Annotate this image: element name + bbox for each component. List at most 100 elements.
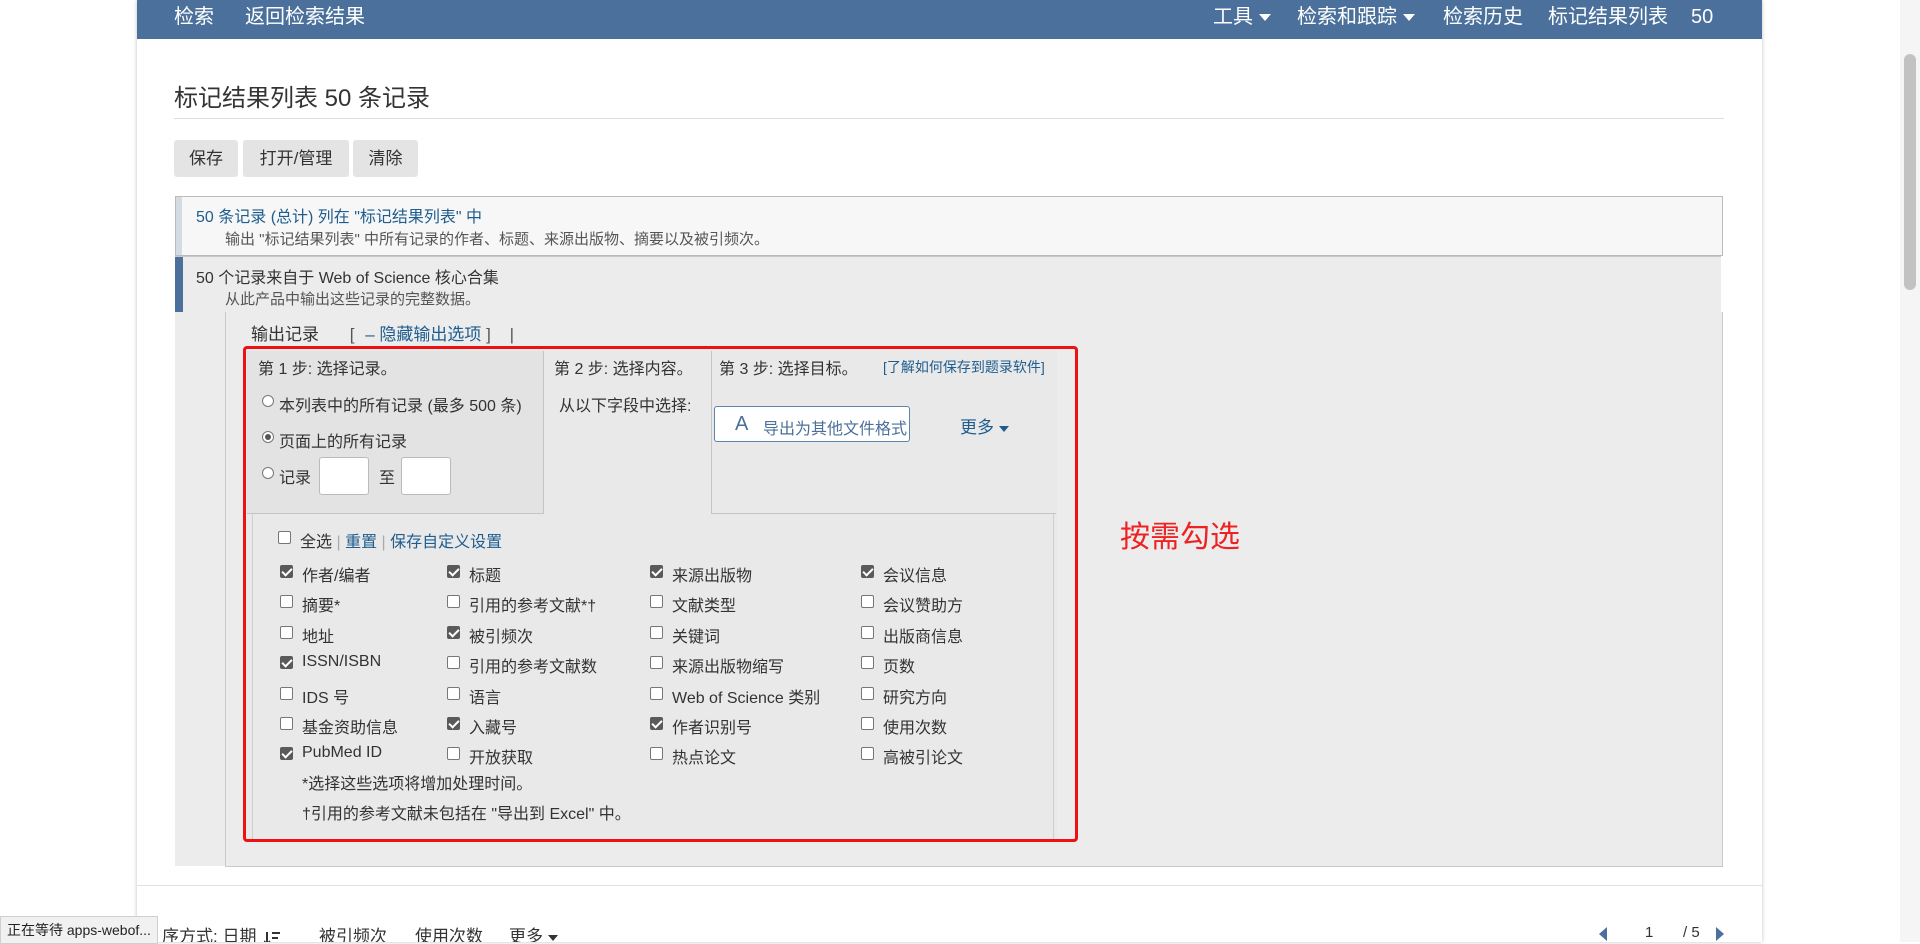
- field-checkbox-label[interactable]: 会议信息: [883, 562, 947, 586]
- field-checkbox-label[interactable]: 基金资助信息: [302, 714, 398, 738]
- field-checkbox[interactable]: [861, 747, 874, 760]
- field-checkbox-label[interactable]: IDS 号: [302, 684, 349, 708]
- sort-descending-icon: [263, 931, 281, 942]
- field-checkbox-label[interactable]: 使用次数: [883, 714, 947, 738]
- summary-description: 输出 "标记结果列表" 中所有记录的作者、标题、来源出版物、摘要以及被引频次。: [225, 231, 769, 248]
- field-checkbox[interactable]: [280, 626, 293, 639]
- field-checkbox-label[interactable]: 研究方向: [883, 684, 947, 708]
- field-checkbox-label[interactable]: Web of Science 类别: [672, 684, 820, 708]
- field-checkbox-label[interactable]: 作者识别号: [672, 714, 752, 738]
- field-checkbox-label[interactable]: 引用的参考文献数: [469, 653, 597, 677]
- field-checkbox[interactable]: [447, 626, 460, 639]
- field-checkbox[interactable]: [861, 717, 874, 730]
- field-checkbox-label[interactable]: ISSN/ISBN: [302, 653, 381, 671]
- field-checkbox[interactable]: [650, 595, 663, 608]
- nav-back-to-results[interactable]: 返回检索结果: [245, 0, 365, 36]
- export-header-label: 输出记录: [251, 325, 319, 344]
- pager-total-pages: / 5: [1683, 924, 1700, 941]
- header-separator: |: [509, 325, 515, 344]
- sort-more-dropdown[interactable]: 更多: [509, 922, 558, 942]
- chevron-down-icon: [1259, 14, 1271, 22]
- collapse-icon[interactable]: –: [365, 325, 374, 344]
- field-checkbox[interactable]: [650, 687, 663, 700]
- field-checkbox-label[interactable]: 热点论文: [672, 744, 736, 768]
- nav-tools[interactable]: 工具: [1213, 0, 1271, 36]
- vertical-scrollbar[interactable]: [1900, 0, 1920, 942]
- field-checkbox[interactable]: [447, 717, 460, 730]
- sort-more-label: 更多: [509, 927, 543, 942]
- nav-search-history[interactable]: 检索历史: [1443, 0, 1523, 36]
- clear-button[interactable]: 清除: [353, 140, 418, 177]
- nav-tools-label: 工具: [1213, 6, 1253, 28]
- bracket-open: [: [349, 325, 355, 344]
- top-navigation-bar: 检索 返回检索结果 工具 检索和跟踪 检索历史 标记结果列表 50: [137, 0, 1762, 39]
- nav-search[interactable]: 检索: [174, 0, 214, 36]
- pager-current-page[interactable]: 1: [1645, 924, 1653, 941]
- field-checkbox-label[interactable]: 入藏号: [469, 714, 517, 738]
- field-checkbox-label[interactable]: 关键词: [672, 623, 720, 647]
- field-checkbox-label[interactable]: 引用的参考文献*†: [469, 592, 596, 616]
- field-checkbox[interactable]: [447, 656, 460, 669]
- sort-by-usage[interactable]: 使用次数: [415, 922, 483, 942]
- field-checkbox[interactable]: [861, 565, 874, 578]
- summary-panel-accent: [176, 197, 182, 255]
- field-checkbox-label[interactable]: 会议赞助方: [883, 592, 963, 616]
- field-checkbox-label[interactable]: 来源出版物缩写: [672, 653, 784, 677]
- browser-status-tooltip: 正在等待 apps-webof...: [0, 916, 158, 944]
- chevron-down-icon: [548, 934, 558, 941]
- collection-description: 从此产品中输出这些记录的完整数据。: [225, 291, 481, 308]
- chevron-down-icon: [1403, 14, 1415, 22]
- field-checkbox-label[interactable]: 来源出版物: [672, 562, 752, 586]
- scrollbar-thumb[interactable]: [1904, 54, 1916, 290]
- sort-by-date[interactable]: 序方式: 日期: [162, 922, 281, 942]
- open-manage-button[interactable]: 打开/管理: [243, 140, 349, 177]
- field-checkbox-label[interactable]: 标题: [469, 562, 501, 586]
- export-header: 输出记录 [ – 隐藏输出选项 ] |: [251, 320, 514, 345]
- collection-panel-accent: [175, 257, 183, 313]
- field-checkbox[interactable]: [650, 626, 663, 639]
- field-checkbox[interactable]: [861, 656, 874, 669]
- collection-title: 50 个记录来自于 Web of Science 核心合集: [196, 270, 499, 287]
- hide-options-link[interactable]: 隐藏输出选项: [379, 325, 481, 344]
- nav-marked-list[interactable]: 标记结果列表: [1548, 0, 1668, 36]
- field-checkbox[interactable]: [280, 747, 293, 760]
- field-checkbox-label[interactable]: 摘要*: [302, 592, 340, 616]
- field-checkbox-label[interactable]: 开放获取: [469, 744, 533, 768]
- arrow-left-icon[interactable]: [1599, 927, 1607, 941]
- field-checkbox-label[interactable]: 地址: [302, 623, 334, 647]
- field-checkbox[interactable]: [650, 565, 663, 578]
- annotation-text: 按需勾选: [1120, 521, 1240, 554]
- field-checkbox-label[interactable]: 语言: [469, 684, 501, 708]
- field-checkbox[interactable]: [280, 565, 293, 578]
- field-checkbox[interactable]: [650, 656, 663, 669]
- nav-marked-count[interactable]: 50: [1691, 0, 1713, 36]
- field-checkbox[interactable]: [280, 717, 293, 730]
- field-checkbox[interactable]: [447, 565, 460, 578]
- sort-by-cited[interactable]: 被引频次: [319, 922, 387, 942]
- bracket-close: ]: [486, 325, 491, 344]
- title-divider: [174, 118, 1724, 119]
- field-checkbox[interactable]: [861, 595, 874, 608]
- field-checkbox[interactable]: [650, 747, 663, 760]
- save-button[interactable]: 保存: [174, 140, 238, 177]
- arrow-right-icon[interactable]: [1716, 927, 1724, 941]
- field-checkbox[interactable]: [280, 656, 293, 669]
- field-checkbox-label[interactable]: 页数: [883, 653, 915, 677]
- field-checkbox[interactable]: [447, 595, 460, 608]
- field-checkbox[interactable]: [280, 595, 293, 608]
- field-checkbox-label[interactable]: 高被引论文: [883, 744, 963, 768]
- field-checkbox-label[interactable]: 出版商信息: [883, 623, 963, 647]
- summary-link[interactable]: 50 条记录 (总计) 列在 "标记结果列表" 中: [196, 203, 482, 227]
- field-checkbox-label[interactable]: 文献类型: [672, 592, 736, 616]
- field-checkbox-label[interactable]: 被引频次: [469, 623, 533, 647]
- nav-marked-list-label: 标记结果列表: [1548, 6, 1668, 28]
- nav-search-and-track[interactable]: 检索和跟踪: [1297, 0, 1415, 36]
- field-checkbox-label[interactable]: PubMed ID: [302, 744, 382, 762]
- field-checkbox[interactable]: [861, 687, 874, 700]
- field-checkbox[interactable]: [650, 717, 663, 730]
- field-checkbox[interactable]: [447, 747, 460, 760]
- field-checkbox[interactable]: [861, 626, 874, 639]
- field-checkbox[interactable]: [447, 687, 460, 700]
- field-checkbox-label[interactable]: 作者/编者: [302, 562, 370, 586]
- field-checkbox[interactable]: [280, 687, 293, 700]
